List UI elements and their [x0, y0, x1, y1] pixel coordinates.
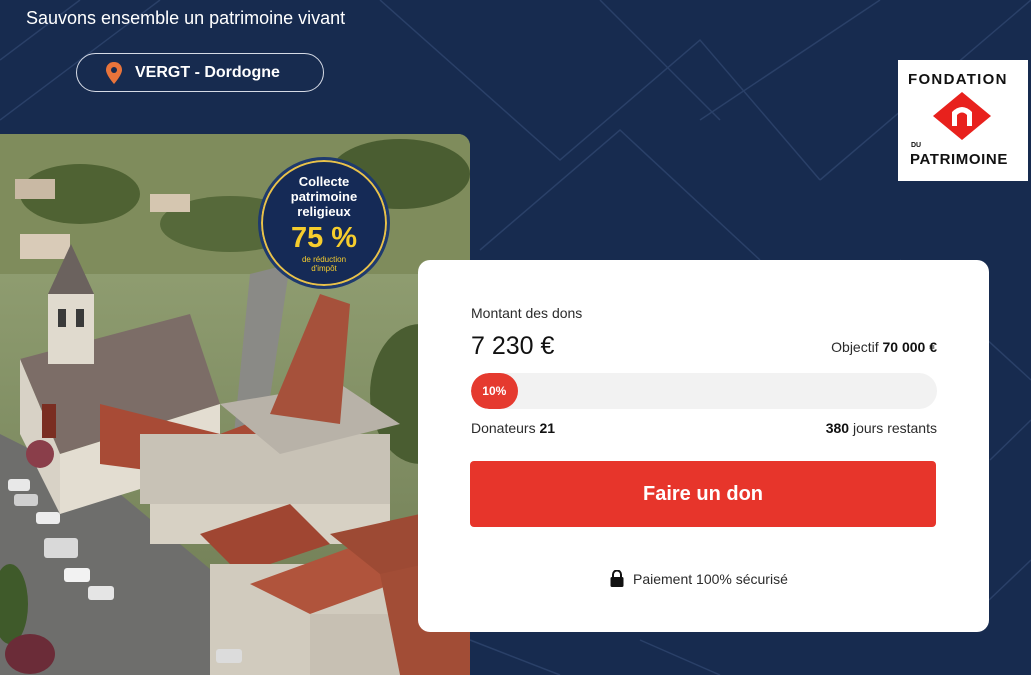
map-pin-icon [105, 61, 123, 84]
logo-line-2: DU [911, 142, 922, 149]
progress-fill: 10% [471, 373, 518, 409]
fondation-patrimoine-logo[interactable]: FONDATION DU PATRIMOINE [898, 60, 1028, 181]
badge-sub-1: de réduction [301, 255, 347, 264]
days-label: jours restants [852, 420, 937, 436]
logo-line-3: PATRIMOINE [910, 151, 1008, 168]
badge-line-2: patrimoine [290, 189, 358, 204]
logo-emblem-icon [933, 92, 991, 140]
days-count: 380 [825, 420, 850, 436]
goal-text: Objectif 70 000 € [831, 339, 937, 355]
tax-reduction-badge: Collecte patrimoine religieux 75 % de ré… [258, 157, 390, 289]
location-label: VERGT - Dordogne [135, 63, 280, 81]
amount-label: Montant des dons [471, 305, 583, 321]
progress-bar: 10% [471, 373, 937, 409]
location-pill[interactable]: VERGT - Dordogne [76, 53, 324, 92]
badge-line-3: religieux [297, 204, 351, 219]
church-aerial-photo [0, 134, 470, 675]
secure-label: Paiement 100% sécurisé [633, 570, 788, 587]
badge-line-1: Collecte [298, 174, 350, 189]
lock-icon [610, 570, 624, 587]
badge-sub-2: d'impôt [311, 264, 337, 273]
goal-label: Objectif [831, 339, 879, 355]
amount-raised: 7 230 € [471, 332, 555, 360]
donors-count: 21 [539, 420, 556, 436]
logo-line-1: FONDATION [908, 71, 1008, 88]
goal-value: 70 000 € [882, 339, 938, 355]
secure-payment: Paiement 100% sécurisé [610, 570, 788, 587]
donors-text: Donateurs 21 [471, 420, 555, 436]
donate-button[interactable]: Faire un don [470, 461, 936, 527]
donation-card: Montant des dons 7 230 € Objectif 70 000… [418, 260, 989, 632]
badge-percent: 75 % [290, 222, 358, 254]
page-tagline: Sauvons ensemble un patrimoine vivant [26, 8, 346, 28]
days-remaining: 380 jours restants [826, 420, 937, 436]
donors-label: Donateurs [471, 420, 536, 436]
